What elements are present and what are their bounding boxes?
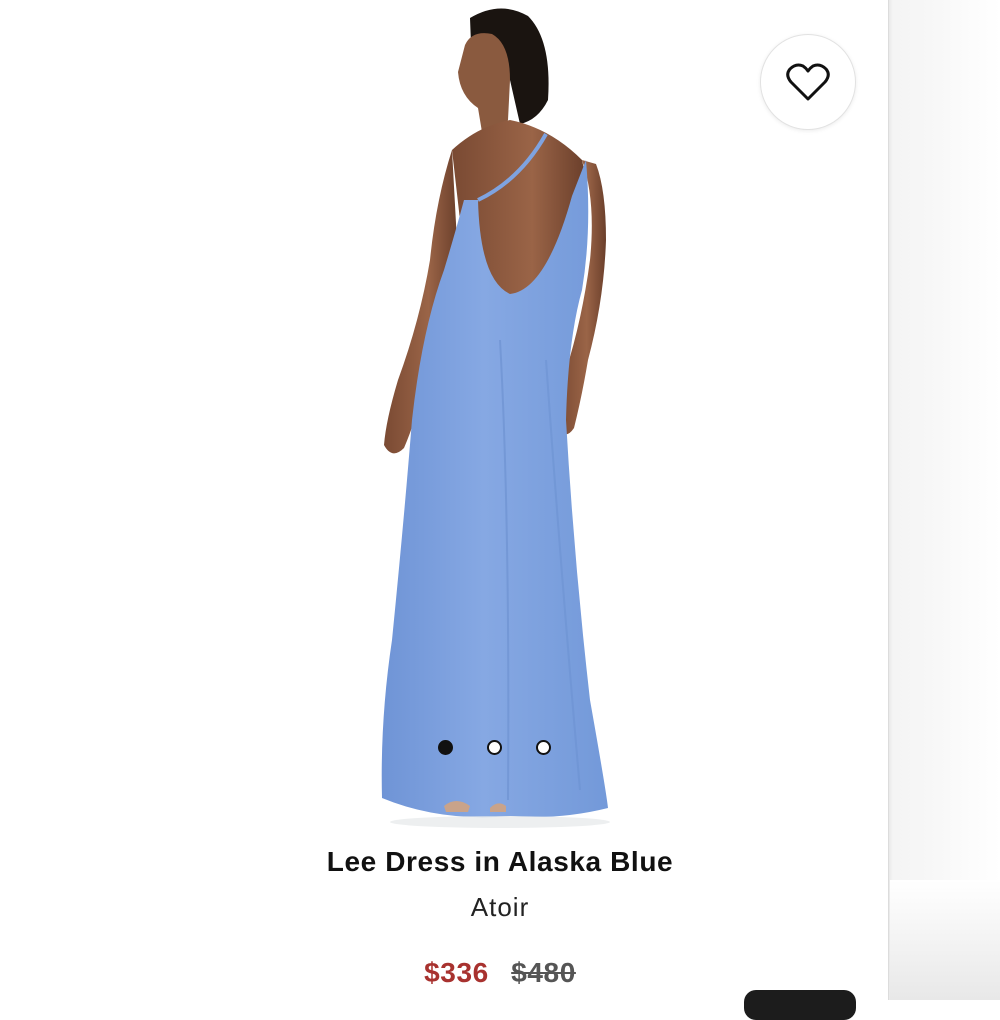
original-price: $480 bbox=[511, 957, 576, 988]
product-title: Lee Dress in Alaska Blue bbox=[326, 846, 674, 877]
product-image[interactable] bbox=[360, 0, 630, 835]
product-brand[interactable]: Atoir bbox=[0, 892, 1000, 923]
gallery-dot-2[interactable] bbox=[487, 740, 502, 755]
sale-price: $336 bbox=[424, 957, 489, 988]
bottom-action-pill[interactable] bbox=[744, 990, 856, 1020]
product-card: Lee Dress in Alaska Blue Atoir $336 $480 bbox=[0, 0, 888, 1000]
adjacent-card-shadow bbox=[890, 880, 1000, 1000]
gallery-pagination bbox=[438, 740, 551, 755]
gallery-dot-1[interactable] bbox=[438, 740, 453, 755]
gallery-dot-3[interactable] bbox=[536, 740, 551, 755]
adjacent-card-edge bbox=[888, 0, 1000, 1000]
heart-outline-icon bbox=[786, 63, 830, 101]
favorite-button[interactable] bbox=[760, 34, 856, 130]
price-row: $336 $480 bbox=[0, 957, 1000, 989]
